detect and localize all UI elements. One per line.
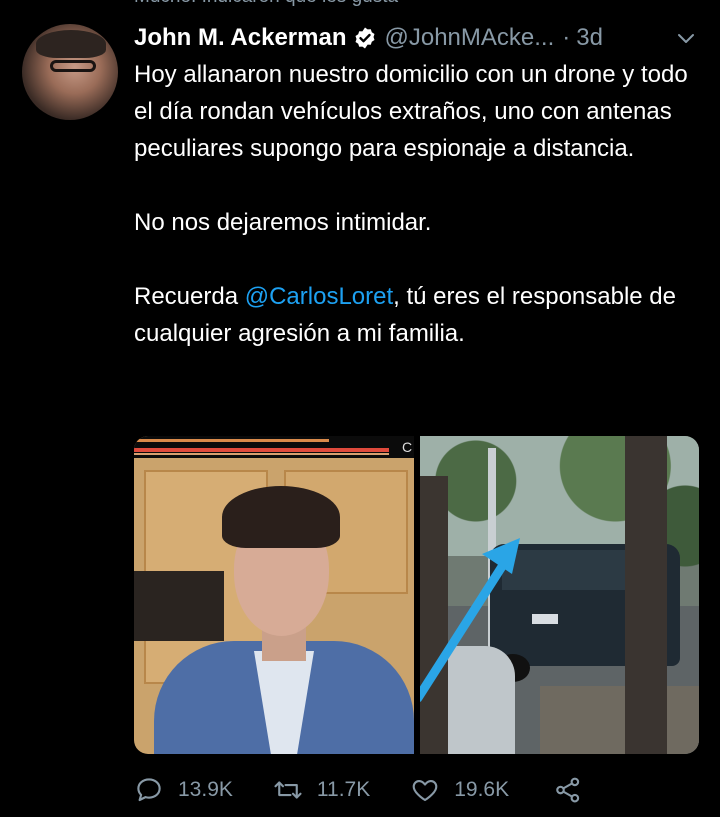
author-avatar[interactable] <box>22 24 118 120</box>
tweet-actions: 13.9K 11.7K 19.6K <box>134 770 583 810</box>
tweet-text: Hoy allanaron nuestro domicilio con un d… <box>134 56 704 352</box>
reply-count: 13.9K <box>178 778 233 801</box>
person-hair <box>222 486 340 548</box>
reply-button[interactable]: 13.9K <box>134 775 233 805</box>
tweet-paragraph-1: Hoy allanaron nuestro domicilio con un d… <box>134 61 688 162</box>
avatar-hair <box>36 30 106 58</box>
share-icon <box>556 777 580 803</box>
paragraph-3-before: Recuerda <box>134 283 245 310</box>
tweet-paragraph-2: No nos dejaremos intimidar. <box>134 209 432 236</box>
share-button[interactable] <box>553 775 583 805</box>
author-handle[interactable]: @JohnMAcke... <box>385 24 555 52</box>
retweet-button[interactable]: 11.7K <box>273 775 370 805</box>
retweet-icon <box>274 781 302 799</box>
header-separator: · <box>562 24 571 51</box>
banner-glyph: C <box>402 439 413 455</box>
banner-stripe <box>134 453 389 455</box>
author-name[interactable]: John M. Ackerman <box>134 24 347 52</box>
banner-stripe <box>134 439 329 442</box>
tweet-paragraph-3: Recuerda @CarlosLoret, tú eres el respon… <box>134 278 704 352</box>
media-image-left[interactable]: C <box>134 436 414 754</box>
banner-stripe <box>134 448 389 452</box>
heart-icon <box>412 779 438 802</box>
tweet-timestamp[interactable]: 3d <box>576 24 603 52</box>
background-shelf <box>134 571 224 641</box>
like-button[interactable]: 19.6K <box>410 775 509 805</box>
blue-arrow-icon <box>420 538 520 703</box>
media-image-right[interactable] <box>420 436 699 754</box>
tweet-header: John M. Ackerman @JohnMAcke... · 3d <box>134 20 603 56</box>
like-count: 19.6K <box>454 778 510 801</box>
verified-badge-icon <box>353 26 377 50</box>
avatar-glasses <box>50 60 96 72</box>
reply-icon <box>137 778 161 802</box>
retweet-count: 11.7K <box>316 778 371 801</box>
previous-tweet-cut-text: Mucho. Indicaron que les gusta <box>134 0 398 8</box>
tweet-media: C <box>134 436 699 754</box>
chevron-down-icon[interactable] <box>674 26 698 55</box>
mention-link[interactable]: @CarlosLoret <box>245 283 393 310</box>
